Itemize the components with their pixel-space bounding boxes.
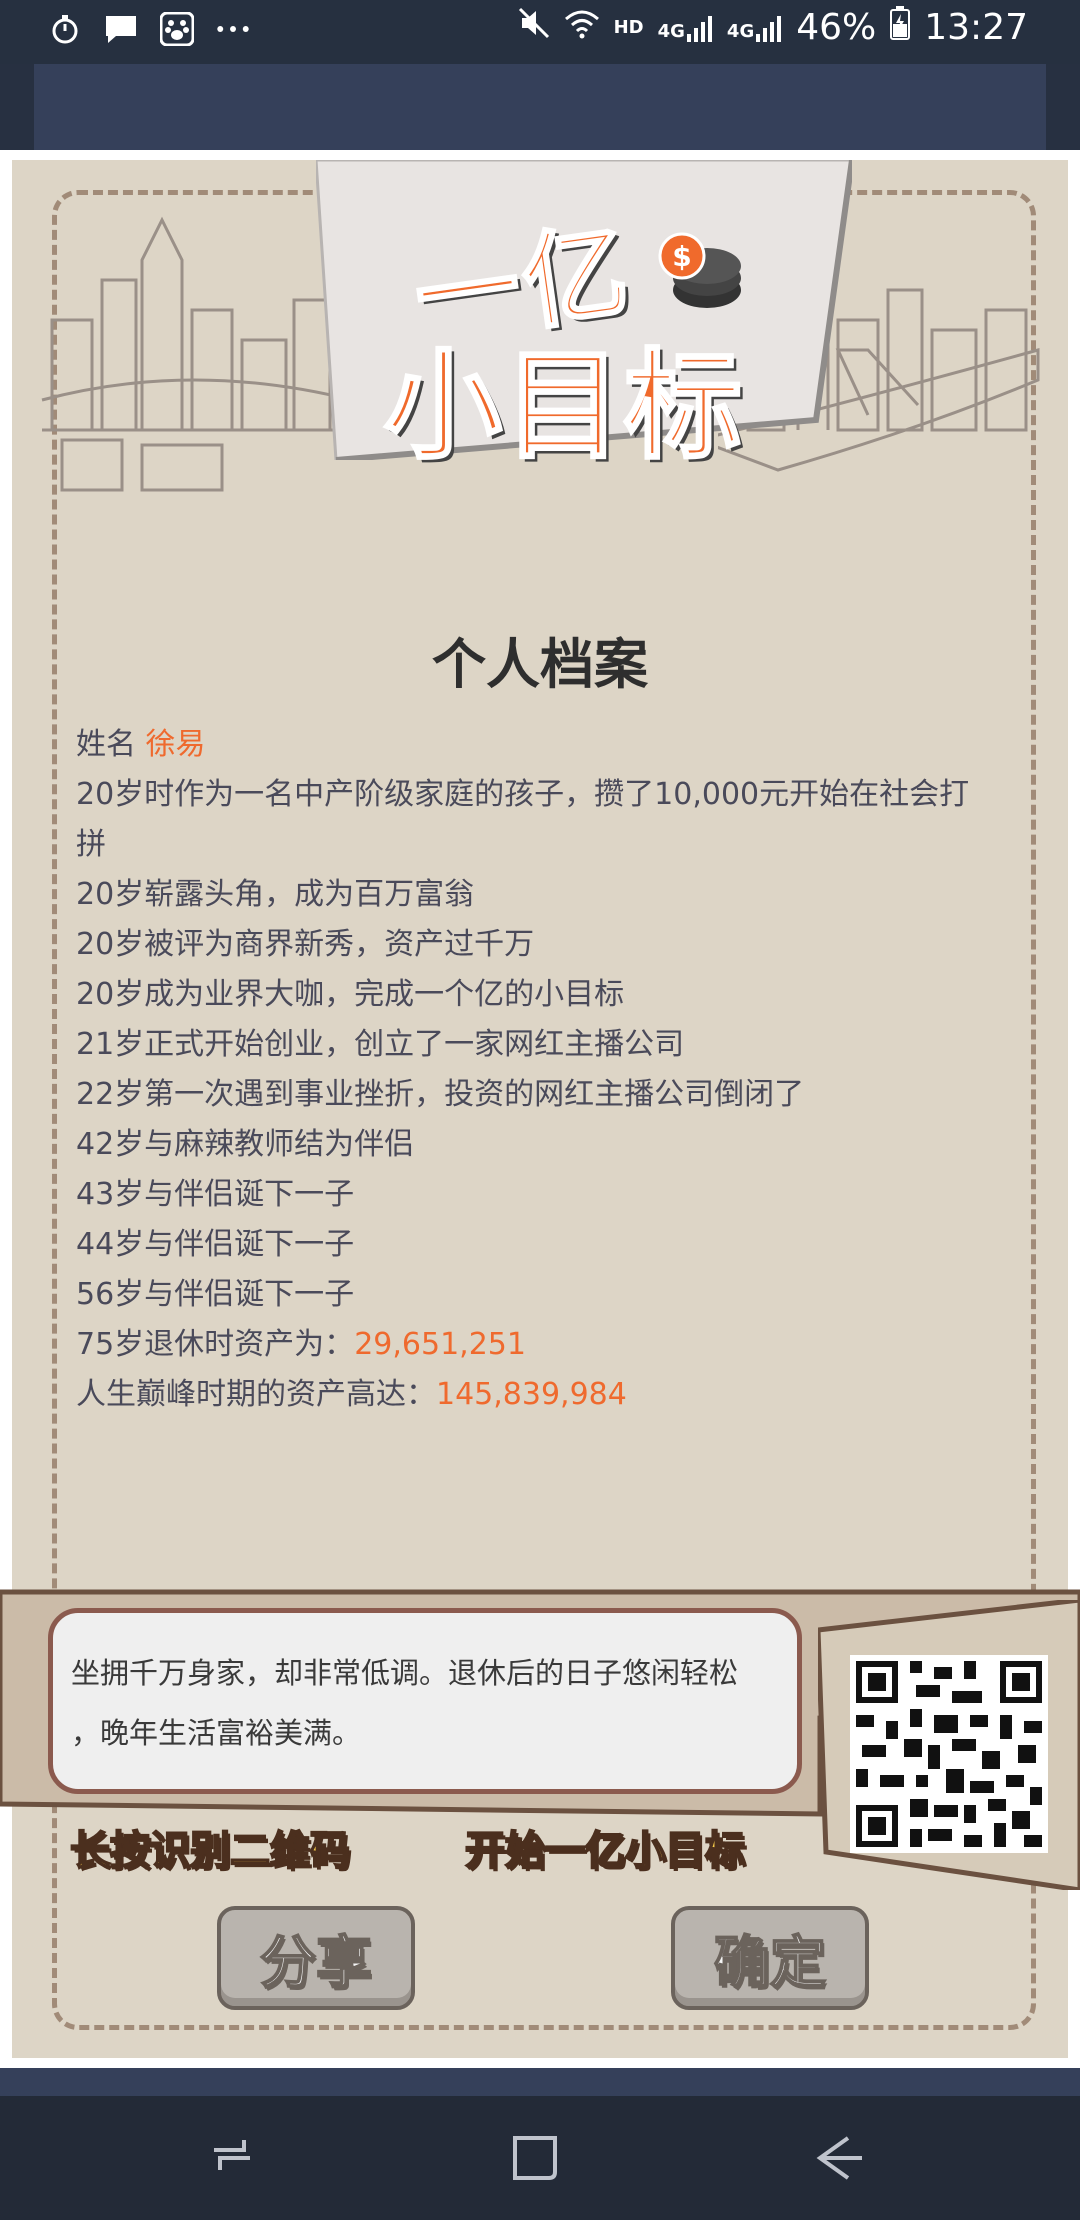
event-line: 21岁正式开始创业，创立了一家网红主播公司: [76, 1027, 685, 1062]
event-line: 20岁被评为商界新秀，资产过千万: [76, 927, 535, 962]
frame-corner-right: [1046, 64, 1080, 150]
wifi-icon: [564, 7, 600, 48]
more-dots-icon: [216, 12, 250, 46]
event-line: 44岁与伴侣诞下一子: [76, 1227, 355, 1262]
svg-text:$: $: [672, 240, 691, 273]
summary-line-1: 坐拥千万身家，却非常低调。退休后的日子悠闲轻松: [71, 1656, 739, 1690]
signal-icon-2: 4G: [727, 14, 782, 42]
event-line: 43岁与伴侣诞下一子: [76, 1177, 355, 1212]
top-frame: [0, 64, 1080, 150]
summary-line-2: ，晚年生活富裕美满。: [71, 1716, 362, 1750]
name-value: 徐易: [145, 727, 206, 762]
signal-icon-1: 4G: [658, 14, 713, 42]
city-skyline-left: [41, 216, 353, 492]
share-button[interactable]: 分享: [217, 1906, 415, 2010]
event-line: 56岁与伴侣诞下一子: [76, 1277, 355, 1312]
battery-percent: 46%: [796, 7, 877, 48]
name-label: 姓名: [76, 727, 136, 762]
mute-icon: [518, 7, 550, 48]
message-icon: [104, 12, 138, 46]
slogan-start-goal: 开始一亿小目标: [464, 1827, 746, 1875]
peak-assets-row: 人生巅峰时期的资产高达：145,839,984: [76, 1370, 1016, 1420]
back-icon[interactable]: [808, 2128, 868, 2188]
event-line: 42岁与麻辣教师结为伴侣: [76, 1127, 415, 1162]
event-line: 20岁崭露头角，成为百万富翁: [76, 877, 475, 912]
event-line: 20岁时作为一名中产阶级家庭的孩子，攒了10,000元开始在社会打: [76, 777, 970, 812]
retire-assets-row: 75岁退休时资产为：29,651,251: [76, 1320, 1016, 1370]
event-line: 22岁第一次遇到事业挫折，投资的网红主播公司倒闭了: [76, 1077, 805, 1112]
logo-line-2: 小目标: [382, 336, 745, 477]
battery-icon: [890, 6, 911, 49]
retire-assets-value: 29,651,251: [354, 1327, 526, 1362]
bottom-frame: [0, 2068, 1080, 2096]
profile-text: 姓名 徐易 20岁时作为一名中产阶级家庭的孩子，攒了10,000元开始在社会打 …: [76, 720, 1016, 1420]
peak-assets-label: 人生巅峰时期的资产高达：: [76, 1377, 436, 1412]
name-row: 姓名 徐易: [76, 720, 1016, 770]
summary-bubble: 坐拥千万身家，却非常低调。退休后的日子悠闲轻松 ，晚年生活富裕美满。: [48, 1608, 802, 1794]
retire-assets-label: 75岁退休时资产为：: [76, 1327, 355, 1362]
status-bar: HD 4G 4G 46% 13:27: [0, 0, 1080, 64]
frame-corner-left: [0, 64, 34, 150]
event-line: 拼: [76, 827, 106, 862]
qr-code[interactable]: [850, 1655, 1048, 1853]
baidu-paw-icon: [160, 12, 194, 46]
timer-icon: [48, 12, 82, 46]
coins-icon: $: [658, 232, 741, 308]
page-title: 个人档案: [432, 633, 648, 696]
recent-apps-icon[interactable]: [204, 2128, 264, 2188]
navigation-bar: [0, 2096, 1080, 2220]
peak-assets-value: 145,839,984: [436, 1377, 627, 1412]
clock: 13:27: [924, 7, 1028, 48]
hd-label: HD: [613, 17, 644, 38]
slogan-scan-qr: 长按识别二维码: [69, 1827, 351, 1875]
confirm-button[interactable]: 确定: [671, 1906, 869, 2010]
home-icon[interactable]: [505, 2128, 565, 2188]
event-line: 20岁成为业界大咖，完成一个亿的小目标: [76, 977, 625, 1012]
